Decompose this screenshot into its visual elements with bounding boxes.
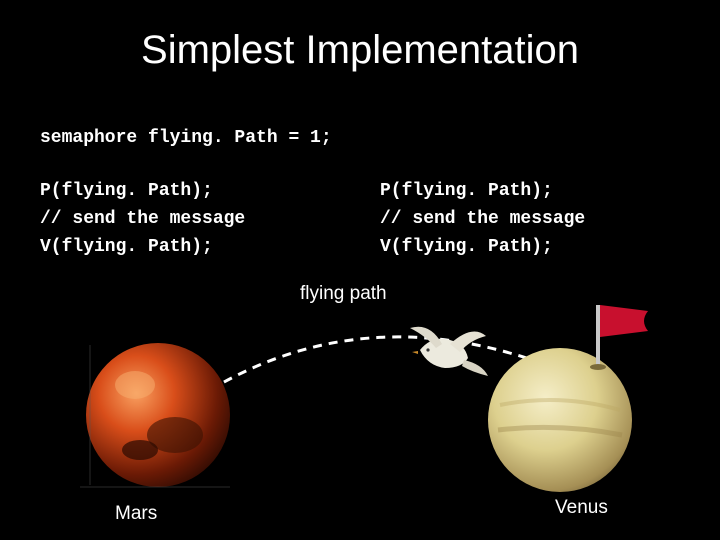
flag-icon [590,305,648,370]
diagram: flying path [0,275,720,540]
mars-planet-icon [86,343,230,487]
slide: Simplest Implementation semaphore flying… [0,0,720,540]
code-line: P(flying. Path); [380,178,585,206]
code-line: V(flying. Path); [40,234,245,262]
venus-label: Venus [555,497,608,519]
bird-icon [410,327,488,376]
code-block-right: P(flying. Path); // send the message V(f… [380,178,585,262]
diagram-svg [0,275,720,540]
code-block-left: P(flying. Path); // send the message V(f… [40,178,245,262]
code-line: P(flying. Path); [40,178,245,206]
code-line: // send the message [40,206,245,234]
slide-title: Simplest Implementation [0,28,720,73]
code-line: // send the message [380,206,585,234]
venus-planet-icon [488,348,632,492]
code-line: V(flying. Path); [380,234,585,262]
mars-label: Mars [115,503,157,525]
semaphore-declaration: semaphore flying. Path = 1; [40,128,332,148]
